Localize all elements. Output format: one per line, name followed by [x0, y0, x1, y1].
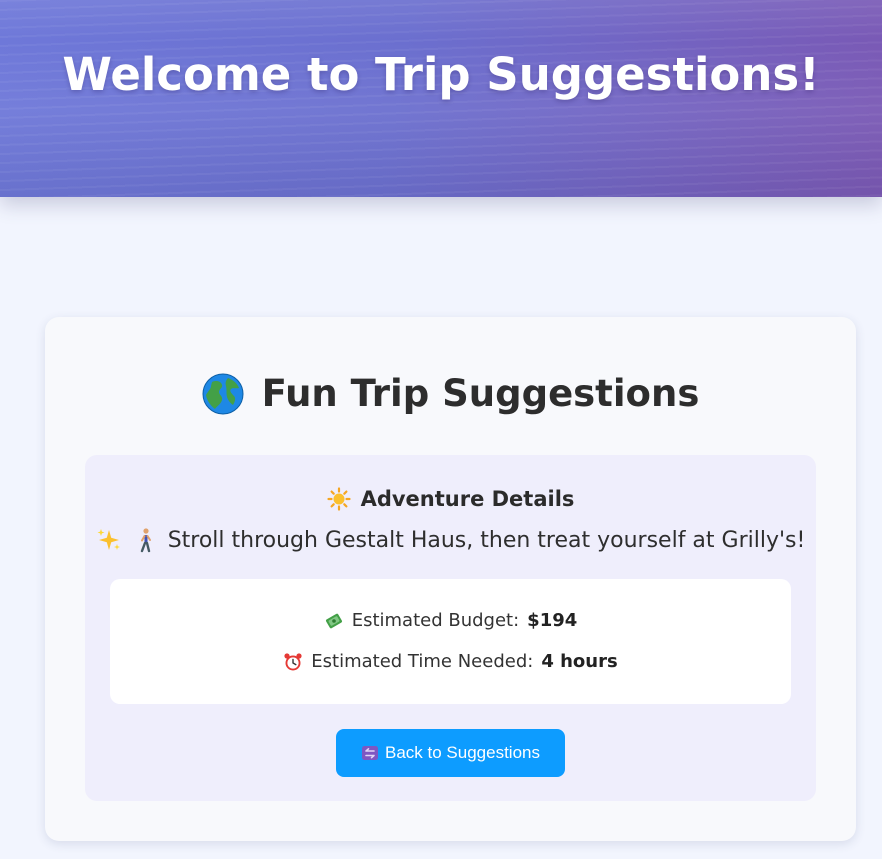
adventure-description: Stroll through Gestalt Haus, then treat … [167, 527, 806, 553]
budget-label: Estimated Budget: [351, 610, 520, 631]
card-title-row: Fun Trip Suggestions [45, 372, 856, 415]
globe-icon [202, 373, 244, 414]
alarm-clock-icon [284, 652, 302, 670]
person-walking-icon [140, 528, 151, 553]
back-to-suggestions-button[interactable]: Back to Suggestions [336, 729, 565, 777]
time-row: Estimated Time Needed: 4 hours [110, 651, 791, 672]
budget-row: Estimated Budget: $194 [110, 610, 791, 631]
sun-icon [326, 487, 351, 511]
adventure-description-row: Stroll through Gestalt Haus, then treat … [85, 527, 816, 553]
adventure-heading-row: Adventure Details [85, 487, 816, 511]
back-button-label: Back to Suggestions [385, 743, 540, 762]
adventure-details-panel: Adventure Details Stroll through Gestalt… [85, 455, 816, 801]
adventure-heading: Adventure Details [360, 487, 575, 511]
time-value: 4 hours [541, 651, 618, 672]
time-label: Estimated Time Needed: [311, 651, 534, 672]
card-title-text: Fun Trip Suggestions [261, 372, 700, 415]
hero-banner: Welcome to Trip Suggestions! [0, 0, 882, 197]
page-title: Welcome to Trip Suggestions! [62, 48, 820, 101]
estimate-panel: Estimated Budget: $194 Estimated Time Ne… [110, 579, 791, 704]
sparkles-icon [97, 529, 120, 550]
suggestion-card: Fun Trip Suggestions Adventure Details S… [45, 317, 856, 841]
budget-value: $194 [527, 610, 578, 631]
money-with-wings-icon [325, 613, 342, 628]
back-arrows-icon [362, 746, 378, 760]
